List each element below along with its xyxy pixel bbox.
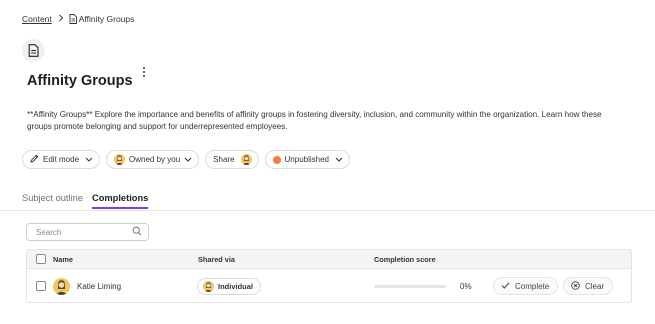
- clear-button[interactable]: Clear: [563, 277, 614, 295]
- action-bar: Edit mode Owned by you Share Unpublished: [22, 150, 351, 169]
- tab-completions[interactable]: Completions: [92, 193, 149, 209]
- select-all-checkbox[interactable]: [36, 254, 46, 264]
- chevron-down-icon: [184, 155, 192, 164]
- share-button[interactable]: Share: [205, 150, 259, 169]
- user-name[interactable]: Katie Liming: [77, 282, 121, 291]
- edit-mode-dropdown[interactable]: Edit mode: [22, 150, 101, 169]
- user-cell: Katie Liming: [53, 269, 121, 302]
- owner-dropdown[interactable]: Owned by you: [106, 150, 200, 169]
- tab-divider: [0, 210, 655, 211]
- edit-mode-label: Edit mode: [43, 155, 80, 164]
- row-checkbox[interactable]: [36, 281, 46, 291]
- mark-complete-button[interactable]: Complete: [493, 277, 559, 295]
- avatar: [114, 154, 126, 165]
- check-icon: [501, 282, 510, 291]
- status-dropdown[interactable]: Unpublished: [264, 150, 351, 169]
- table-row: Katie Liming Individual 0% Complete Clea…: [27, 268, 631, 302]
- search-input[interactable]: [36, 227, 132, 237]
- completion-progress-bar: [374, 284, 446, 288]
- chevron-right-icon: [58, 14, 64, 24]
- breadcrumb-link-content[interactable]: Content: [22, 14, 52, 24]
- avatar: [203, 280, 214, 292]
- search-icon[interactable]: [132, 223, 142, 241]
- avatar: [53, 277, 70, 295]
- shared-via-badge: Individual: [197, 277, 262, 295]
- clear-label: Clear: [585, 281, 605, 291]
- completion-score: 0%: [460, 281, 472, 291]
- search-box: [26, 223, 149, 241]
- status-dot: [272, 155, 281, 164]
- column-header-completion-score: Completion score: [374, 254, 436, 264]
- tab-bar: Subject outline Completions: [22, 193, 149, 209]
- page-title: Affinity Groups: [27, 73, 133, 89]
- breadcrumb: Content Affinity Groups: [22, 14, 134, 24]
- owner-label: Owned by you: [129, 155, 181, 164]
- tab-subject-outline[interactable]: Subject outline: [22, 193, 83, 209]
- chevron-down-icon: [85, 155, 93, 164]
- chevron-down-icon: [335, 155, 343, 164]
- document-icon: [22, 39, 45, 62]
- table-header: Name Shared via Completion score: [27, 250, 631, 268]
- share-label: Share: [213, 155, 235, 164]
- page-description: **Affinity Groups** Explore the importan…: [27, 110, 602, 131]
- breadcrumb-current: Affinity Groups: [78, 14, 135, 24]
- close-circle-icon: [571, 280, 580, 292]
- column-header-shared-via: Shared via: [198, 254, 235, 264]
- document-icon: [69, 14, 77, 24]
- status-label: Unpublished: [284, 155, 330, 164]
- column-header-name: Name: [53, 254, 73, 264]
- complete-label: Complete: [515, 281, 550, 291]
- pencil-icon: [30, 154, 39, 165]
- kebab-menu-icon[interactable]: [138, 66, 150, 78]
- shared-via-label: Individual: [218, 281, 254, 291]
- avatar: [240, 154, 252, 165]
- completions-table: Name Shared via Completion score Katie L…: [26, 249, 632, 303]
